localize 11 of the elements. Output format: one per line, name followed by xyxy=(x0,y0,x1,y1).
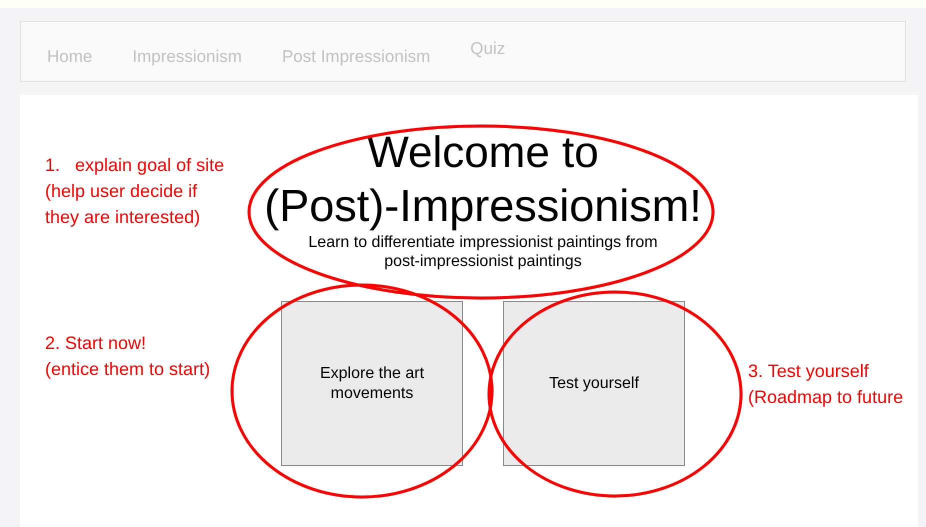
annotation-note: (Roadmap to future xyxy=(748,386,904,409)
annotation-note: (help user decide if they are interested) xyxy=(45,180,202,229)
annotation-note: (entice them to start) xyxy=(45,358,210,381)
annotation-heading: 2. Start now! xyxy=(45,332,148,355)
card-button[interactable]: Explore the art movements xyxy=(281,301,463,466)
card-button[interactable]: Test yourself xyxy=(503,301,685,466)
subtitle: Learn to differentiate impressionist paintings from post-impressionist paintings xyxy=(307,233,659,271)
page-title: (Post)-Impressionism! xyxy=(264,179,702,233)
annotation-heading: 3. Test yourself xyxy=(748,360,870,383)
annotation-heading: 1. explain goal of site xyxy=(45,154,225,177)
page-title: Welcome to xyxy=(366,127,600,179)
